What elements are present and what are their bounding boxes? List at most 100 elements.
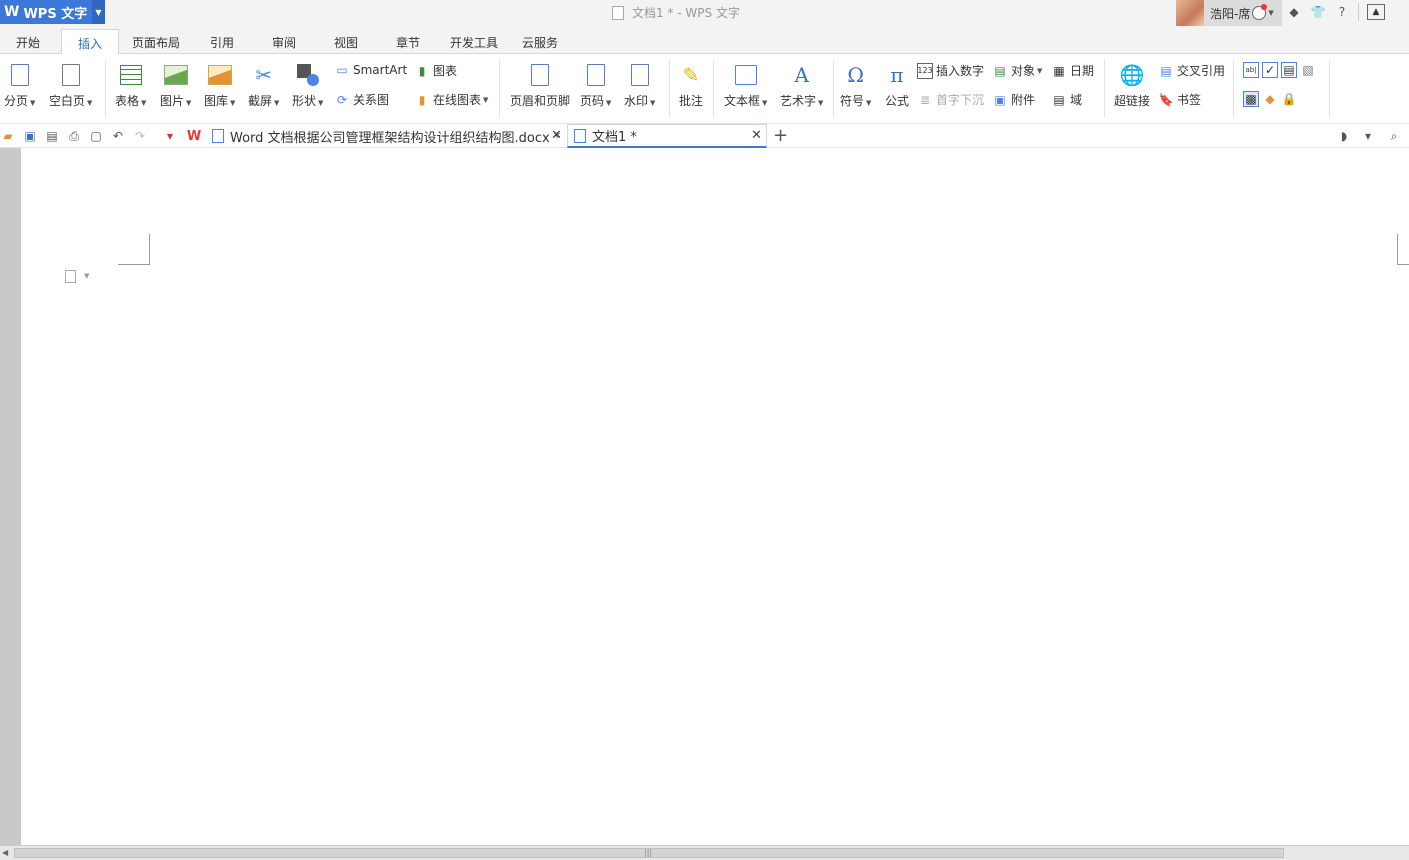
- help-icon[interactable]: ?: [1334, 4, 1350, 20]
- scroll-grip-icon: |||: [644, 848, 653, 857]
- tab-section[interactable]: 章节: [396, 34, 420, 51]
- online-chart-icon: ▮: [418, 92, 426, 107]
- chart-button[interactable]: ▮ 图表: [414, 62, 457, 79]
- print-preview-icon[interactable]: ▢: [88, 128, 104, 144]
- dropdown-control-icon[interactable]: ▤: [1281, 62, 1297, 78]
- object-label: 对象: [1011, 64, 1036, 78]
- gallery-button[interactable]: 图库 ▼: [204, 62, 235, 109]
- watermark-button[interactable]: 水印 ▼: [624, 62, 655, 109]
- picture-button[interactable]: 图片 ▼: [160, 62, 191, 109]
- equation-button[interactable]: π 公式: [884, 62, 910, 109]
- online-chart-button[interactable]: ▮ 在线图表 ▼: [414, 91, 489, 108]
- doc-tab-word[interactable]: Word 文档根据公司管理框架结构设计组织结构图.docx *: [212, 124, 560, 148]
- shape-icon: [295, 62, 321, 88]
- comment-button[interactable]: ✎ 批注: [678, 62, 704, 109]
- tab-developer[interactable]: 开发工具: [450, 34, 498, 51]
- redo-icon[interactable]: ↷: [132, 128, 148, 144]
- equation-label: 公式: [884, 94, 909, 108]
- tab-page-layout[interactable]: 页面布局: [132, 34, 180, 51]
- form-tools-row: ▩ ◆ 🔒: [1243, 91, 1300, 107]
- design-mode-icon[interactable]: ▩: [1243, 91, 1259, 107]
- avatar[interactable]: [1176, 0, 1204, 26]
- attachment-button[interactable]: ▣ 附件: [992, 91, 1035, 108]
- wps-home-icon[interactable]: W: [186, 128, 202, 144]
- blank-page-icon: [58, 62, 84, 88]
- cross-reference-icon: ▤: [1160, 63, 1172, 78]
- document-area: ▼: [0, 148, 1409, 845]
- eraser-icon[interactable]: ◆: [1262, 91, 1278, 107]
- object-button[interactable]: ▤ 对象 ▼: [992, 62, 1042, 79]
- doc-tab-active[interactable]: 文档1 *: [567, 124, 767, 148]
- smartart-button[interactable]: ▭ SmartArt: [334, 62, 407, 78]
- undo-icon[interactable]: ↶: [110, 128, 126, 144]
- relation-diagram-button[interactable]: ⟳ 关系图: [334, 91, 389, 108]
- content-control-icon[interactable]: ▧: [1300, 62, 1316, 78]
- tab-review[interactable]: 审阅: [272, 34, 296, 51]
- divider: [1358, 3, 1359, 21]
- lock-icon[interactable]: 🔒: [1281, 91, 1297, 107]
- close-icon[interactable]: ✕: [551, 128, 562, 143]
- chevron-down-icon[interactable]: ▼: [1268, 9, 1273, 17]
- insert-number-button[interactable]: 123 插入数字: [917, 62, 984, 79]
- blank-page-button[interactable]: 空白页 ▼: [49, 62, 92, 109]
- export-pdf-icon[interactable]: ▤: [44, 128, 60, 144]
- doc-list-icon[interactable]: ▾: [1360, 128, 1376, 144]
- attachment-label: 附件: [1011, 93, 1036, 107]
- skin-icon[interactable]: 👕: [1310, 4, 1326, 20]
- page-break-button[interactable]: 分页 ▼: [4, 62, 35, 109]
- document-page[interactable]: ▼: [21, 148, 1409, 845]
- save-icon[interactable]: ▣: [22, 128, 38, 144]
- checkbox-control-icon[interactable]: ✓: [1262, 62, 1278, 78]
- field-button[interactable]: ▤ 域: [1051, 91, 1082, 108]
- print-icon[interactable]: ⎙: [66, 128, 82, 144]
- header-footer-label: 页眉和页脚: [510, 94, 571, 108]
- table-button[interactable]: 表格 ▼: [115, 62, 146, 109]
- tab-insert[interactable]: 插入: [61, 29, 120, 55]
- tab-cloud[interactable]: 云服务: [522, 34, 558, 51]
- user-account[interactable]: 浩阳-席 ▼: [1176, 0, 1282, 26]
- doc-menu-icon[interactable]: ◗: [1336, 128, 1352, 144]
- open-folder-icon[interactable]: ▰: [0, 128, 16, 144]
- bookmark-button[interactable]: 🔖 书签: [1158, 91, 1202, 108]
- ribbon-separator: [105, 60, 106, 118]
- textbox-label: 文本框: [724, 94, 761, 108]
- header-footer-button[interactable]: 页眉和页脚: [510, 62, 570, 109]
- search-icon[interactable]: ⌕: [1386, 128, 1402, 144]
- customize-quick-access-icon[interactable]: ▾: [162, 128, 178, 144]
- watermark-label: 水印: [624, 94, 649, 108]
- notification-icon[interactable]: [1252, 4, 1268, 20]
- ribbon-separator: [669, 60, 670, 118]
- new-tab-icon[interactable]: +: [773, 125, 788, 146]
- screenshot-button[interactable]: ✂ 截屏 ▼: [248, 62, 279, 109]
- tab-references[interactable]: 引用: [210, 34, 234, 51]
- textbox-button[interactable]: 文本框 ▼: [724, 62, 767, 109]
- symbol-button[interactable]: Ω 符号 ▼: [840, 62, 871, 109]
- textfield-control-icon[interactable]: ab|: [1243, 62, 1259, 78]
- paragraph-layout-icon[interactable]: [65, 270, 76, 283]
- close-icon[interactable]: ✕: [751, 128, 762, 143]
- tab-view[interactable]: 视图: [334, 34, 358, 51]
- table-icon: [118, 62, 144, 88]
- horizontal-scrollbar[interactable]: ◀ |||: [0, 845, 1409, 860]
- app-menu-button[interactable]: W WPS 文字: [0, 0, 92, 24]
- shape-button[interactable]: 形状 ▼: [292, 62, 323, 109]
- doc-tab-title: Word 文档根据公司管理框架结构设计组织结构图.docx *: [230, 130, 561, 146]
- hyperlink-button[interactable]: 🌐 超链接: [1114, 62, 1150, 109]
- app-menu-dropdown-icon[interactable]: ▼: [92, 0, 105, 24]
- smartart-icon: ▭: [336, 63, 348, 77]
- watermark-icon: [627, 62, 653, 88]
- omega-icon: Ω: [847, 63, 864, 87]
- cross-reference-button[interactable]: ▤ 交叉引用: [1158, 62, 1225, 79]
- date-button[interactable]: ▦ 日期: [1051, 62, 1094, 79]
- chevron-down-icon[interactable]: ▼: [84, 272, 89, 280]
- page-number-button[interactable]: 页码 ▼: [580, 62, 611, 109]
- date-label: 日期: [1070, 64, 1095, 78]
- tab-home[interactable]: 开始: [16, 34, 40, 51]
- ribbon-separator: [1233, 60, 1234, 118]
- scroll-left-icon[interactable]: ◀: [2, 848, 8, 857]
- drop-cap-button[interactable]: ≣ 首字下沉: [917, 91, 984, 108]
- restore-window-icon[interactable]: ▲: [1367, 4, 1385, 20]
- cloud-sync-icon[interactable]: ◆: [1286, 4, 1302, 20]
- wordart-button[interactable]: A 艺术字 ▼: [780, 62, 823, 109]
- blank-page-label: 空白页: [49, 94, 86, 108]
